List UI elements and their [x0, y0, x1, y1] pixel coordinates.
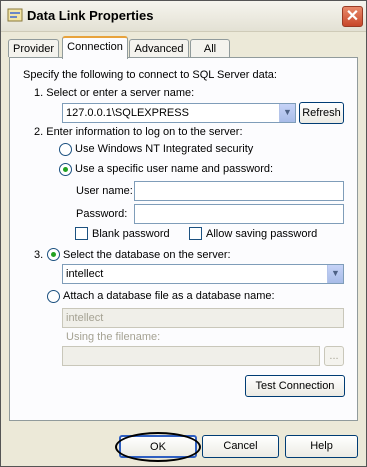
allow-saving-password-checkbox[interactable] — [189, 227, 202, 240]
tab-all[interactable]: All — [190, 39, 230, 57]
title-bar: Data Link Properties ✕ — [1, 1, 366, 32]
attach-database-radio[interactable] — [47, 290, 60, 303]
password-label: Password: — [76, 208, 128, 220]
help-button[interactable]: Help — [285, 435, 358, 458]
tab-connection[interactable]: Connection — [62, 36, 128, 59]
allow-saving-password-label: Allow saving password — [206, 228, 318, 240]
username-field[interactable] — [134, 181, 344, 201]
server-name-value: 127.0.0.1\SQLEXPRESS — [66, 107, 189, 119]
chevron-down-icon[interactable]: ▼ — [327, 265, 343, 283]
step2-label: 2. Enter information to log on to the se… — [34, 126, 243, 138]
filename-label: Using the filename: — [66, 331, 161, 343]
windows-nt-label: Use Windows NT Integrated security — [75, 143, 254, 155]
specific-user-radio[interactable] — [59, 163, 72, 176]
step3-number: 3. — [34, 249, 44, 261]
test-connection-button[interactable]: Test Connection — [245, 375, 345, 397]
attach-database-name-field[interactable]: intellect — [62, 308, 344, 328]
tab-advanced[interactable]: Advanced — [129, 39, 189, 57]
ok-button[interactable]: OK — [119, 435, 197, 458]
select-database-radio[interactable] — [47, 248, 60, 261]
data-link-icon — [7, 8, 23, 22]
close-icon: ✕ — [345, 8, 360, 25]
blank-password-label: Blank password — [92, 228, 170, 240]
close-button[interactable]: ✕ — [342, 6, 363, 27]
chevron-down-icon[interactable]: ▼ — [279, 104, 295, 122]
password-field[interactable] — [134, 204, 344, 224]
filename-field[interactable] — [62, 346, 320, 366]
intro-text: Specify the following to connect to SQL … — [23, 69, 277, 81]
refresh-button[interactable]: Refresh — [299, 102, 344, 124]
browse-button[interactable]: ... — [324, 346, 344, 366]
server-name-combobox[interactable]: 127.0.0.1\SQLEXPRESS ▼ — [62, 103, 296, 123]
database-value: intellect — [66, 268, 104, 280]
data-link-properties-window: Data Link Properties ✕ Provider Connecti… — [0, 0, 367, 467]
step1-label: 1. Select or enter a server name: — [34, 87, 195, 99]
cancel-button[interactable]: Cancel — [202, 435, 279, 458]
attach-database-label: Attach a database file as a database nam… — [63, 290, 275, 302]
windows-nt-radio[interactable] — [59, 143, 72, 156]
specific-user-label: Use a specific user name and password: — [75, 163, 274, 175]
window-title: Data Link Properties — [27, 8, 154, 23]
database-select[interactable]: intellect ▼ — [62, 264, 344, 284]
username-label: User name: — [76, 185, 133, 197]
select-database-label: Select the database on the server: — [63, 249, 231, 261]
tab-provider[interactable]: Provider — [8, 39, 59, 57]
blank-password-checkbox[interactable] — [75, 227, 88, 240]
